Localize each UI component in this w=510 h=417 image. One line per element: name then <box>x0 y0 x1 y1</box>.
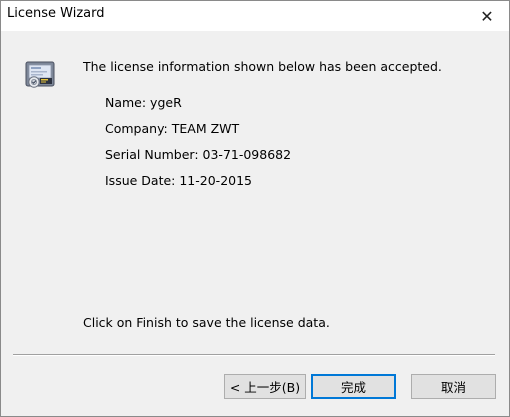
license-company: Company: TEAM ZWT <box>105 121 240 136</box>
license-wizard-window: License Wizard ✕ The license information… <box>0 0 510 417</box>
cancel-button[interactable]: 取消 <box>411 374 496 399</box>
finish-instruction: Click on Finish to save the license data… <box>83 315 330 330</box>
license-issue-date: Issue Date: 11-20-2015 <box>105 173 253 188</box>
close-button[interactable]: ✕ <box>465 1 509 31</box>
window-title: License Wizard <box>7 6 105 21</box>
accepted-message: The license information shown below has … <box>83 59 442 74</box>
title-bar: License Wizard ✕ <box>1 1 509 31</box>
license-serial-number: Serial Number: 03-71-098682 <box>105 147 292 162</box>
close-icon: ✕ <box>480 6 494 26</box>
back-button[interactable]: < 上一步(B) <box>224 374 306 399</box>
wizard-content: The license information shown below has … <box>1 31 509 416</box>
license-certificate-icon <box>25 58 57 90</box>
separator <box>13 354 495 356</box>
finish-button[interactable]: 完成 <box>311 374 396 399</box>
license-name: Name: ygeR <box>105 95 182 110</box>
